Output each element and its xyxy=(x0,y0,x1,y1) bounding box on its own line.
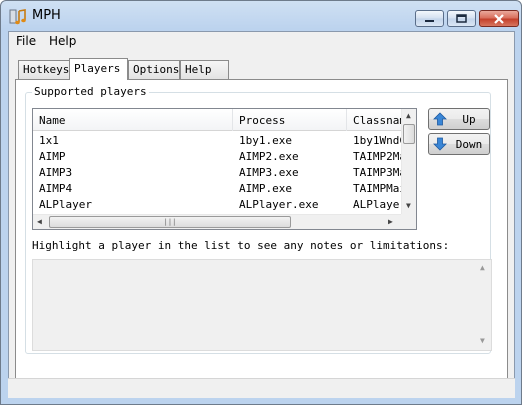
menu-file[interactable]: File xyxy=(13,34,39,48)
music-note-icon xyxy=(9,9,26,25)
close-icon xyxy=(480,11,518,26)
notes-scroll-up-icon[interactable]: ▲ xyxy=(480,263,485,272)
menu-help[interactable]: Help xyxy=(46,34,79,48)
horizontal-scroll-thumb[interactable]: ||| xyxy=(49,216,291,228)
group-title: Supported players xyxy=(32,85,149,98)
scrollbar-corner xyxy=(401,214,416,229)
cell-process: AIMP.exe xyxy=(239,182,292,195)
table-row[interactable]: ALPlayer ALPlayer.exe ALPlayerMain xyxy=(33,197,411,213)
cell-name: AIMP4 xyxy=(39,182,73,195)
arrow-up-icon xyxy=(433,112,447,126)
maximize-icon xyxy=(448,11,475,26)
cell-process: 1by1.exe xyxy=(239,134,292,147)
tab-players[interactable]: Players xyxy=(69,58,128,80)
window-title: MPH xyxy=(32,8,61,23)
scroll-up-arrow-icon[interactable]: ▲ xyxy=(406,111,411,120)
cell-name: AIMP xyxy=(39,150,66,163)
move-up-button[interactable]: Up xyxy=(428,108,490,130)
cell-classname: TAIMP2Main xyxy=(353,150,403,163)
column-header-process[interactable]: Process xyxy=(233,109,347,131)
cell-classname: TAIMPMain xyxy=(353,182,403,195)
vertical-scroll-thumb[interactable] xyxy=(403,124,415,144)
cell-classname: TAIMP3Main xyxy=(353,166,403,179)
tab-help[interactable]: Help xyxy=(180,60,229,79)
maximize-button[interactable] xyxy=(447,10,476,27)
cell-process: AIMP2.exe xyxy=(239,150,299,163)
cell-name: 1x1 xyxy=(39,134,59,147)
table-row[interactable]: AIMP AIMP2.exe TAIMP2Main xyxy=(33,149,411,165)
cell-classname: ALPlayerMain xyxy=(353,198,403,211)
cell-process: AIMP3.exe xyxy=(239,166,299,179)
table-row[interactable]: 1x1 1by1.exe 1by1WndClass xyxy=(33,133,411,149)
scroll-right-arrow-icon[interactable]: ▶ xyxy=(388,217,393,226)
cell-name: ALPlayer xyxy=(39,198,92,211)
list-header: Name Process Classname xyxy=(33,109,413,131)
menu-bar: File Help xyxy=(9,32,514,52)
table-row[interactable]: AIMP3 AIMP3.exe TAIMP3Main xyxy=(33,165,411,181)
main-window: MPH File Help Hotkeys Players Options He… xyxy=(0,0,522,405)
table-row[interactable]: AIMP4 AIMP.exe TAIMPMain xyxy=(33,181,411,197)
notes-vertical-scrollbar[interactable]: ▲ ▼ xyxy=(476,260,491,350)
scroll-left-arrow-icon[interactable]: ◀ xyxy=(37,217,42,226)
list-horizontal-scrollbar[interactable]: ◀ ||| ▶ xyxy=(33,214,411,229)
minimize-button[interactable] xyxy=(415,10,444,27)
minimize-icon xyxy=(416,11,443,26)
cell-name: AIMP3 xyxy=(39,166,73,179)
scroll-down-arrow-icon[interactable]: ▼ xyxy=(406,201,411,210)
arrow-down-icon xyxy=(433,137,447,151)
column-header-name[interactable]: Name xyxy=(33,109,233,131)
up-label: Up xyxy=(462,113,476,126)
list-vertical-scrollbar[interactable]: ▲ ▼ xyxy=(401,109,416,214)
cell-classname: 1by1WndClass xyxy=(353,134,403,147)
player-notes-hint: Highlight a player in the list to see an… xyxy=(32,239,450,252)
tab-options[interactable]: Options xyxy=(128,60,180,79)
status-bar xyxy=(8,378,515,398)
close-button[interactable] xyxy=(479,10,519,27)
down-label: Down xyxy=(455,138,483,151)
move-down-button[interactable]: Down xyxy=(428,133,490,155)
title-bar[interactable]: MPH xyxy=(1,1,521,31)
notes-scroll-down-icon[interactable]: ▼ xyxy=(480,336,485,345)
player-notes-box[interactable]: ▲ ▼ xyxy=(32,259,492,351)
players-list[interactable]: Name Process Classname 1x1 1by1.exe 1by1… xyxy=(32,108,417,230)
tab-hotkeys[interactable]: Hotkeys xyxy=(18,60,70,79)
cell-process: ALPlayer.exe xyxy=(239,198,319,211)
